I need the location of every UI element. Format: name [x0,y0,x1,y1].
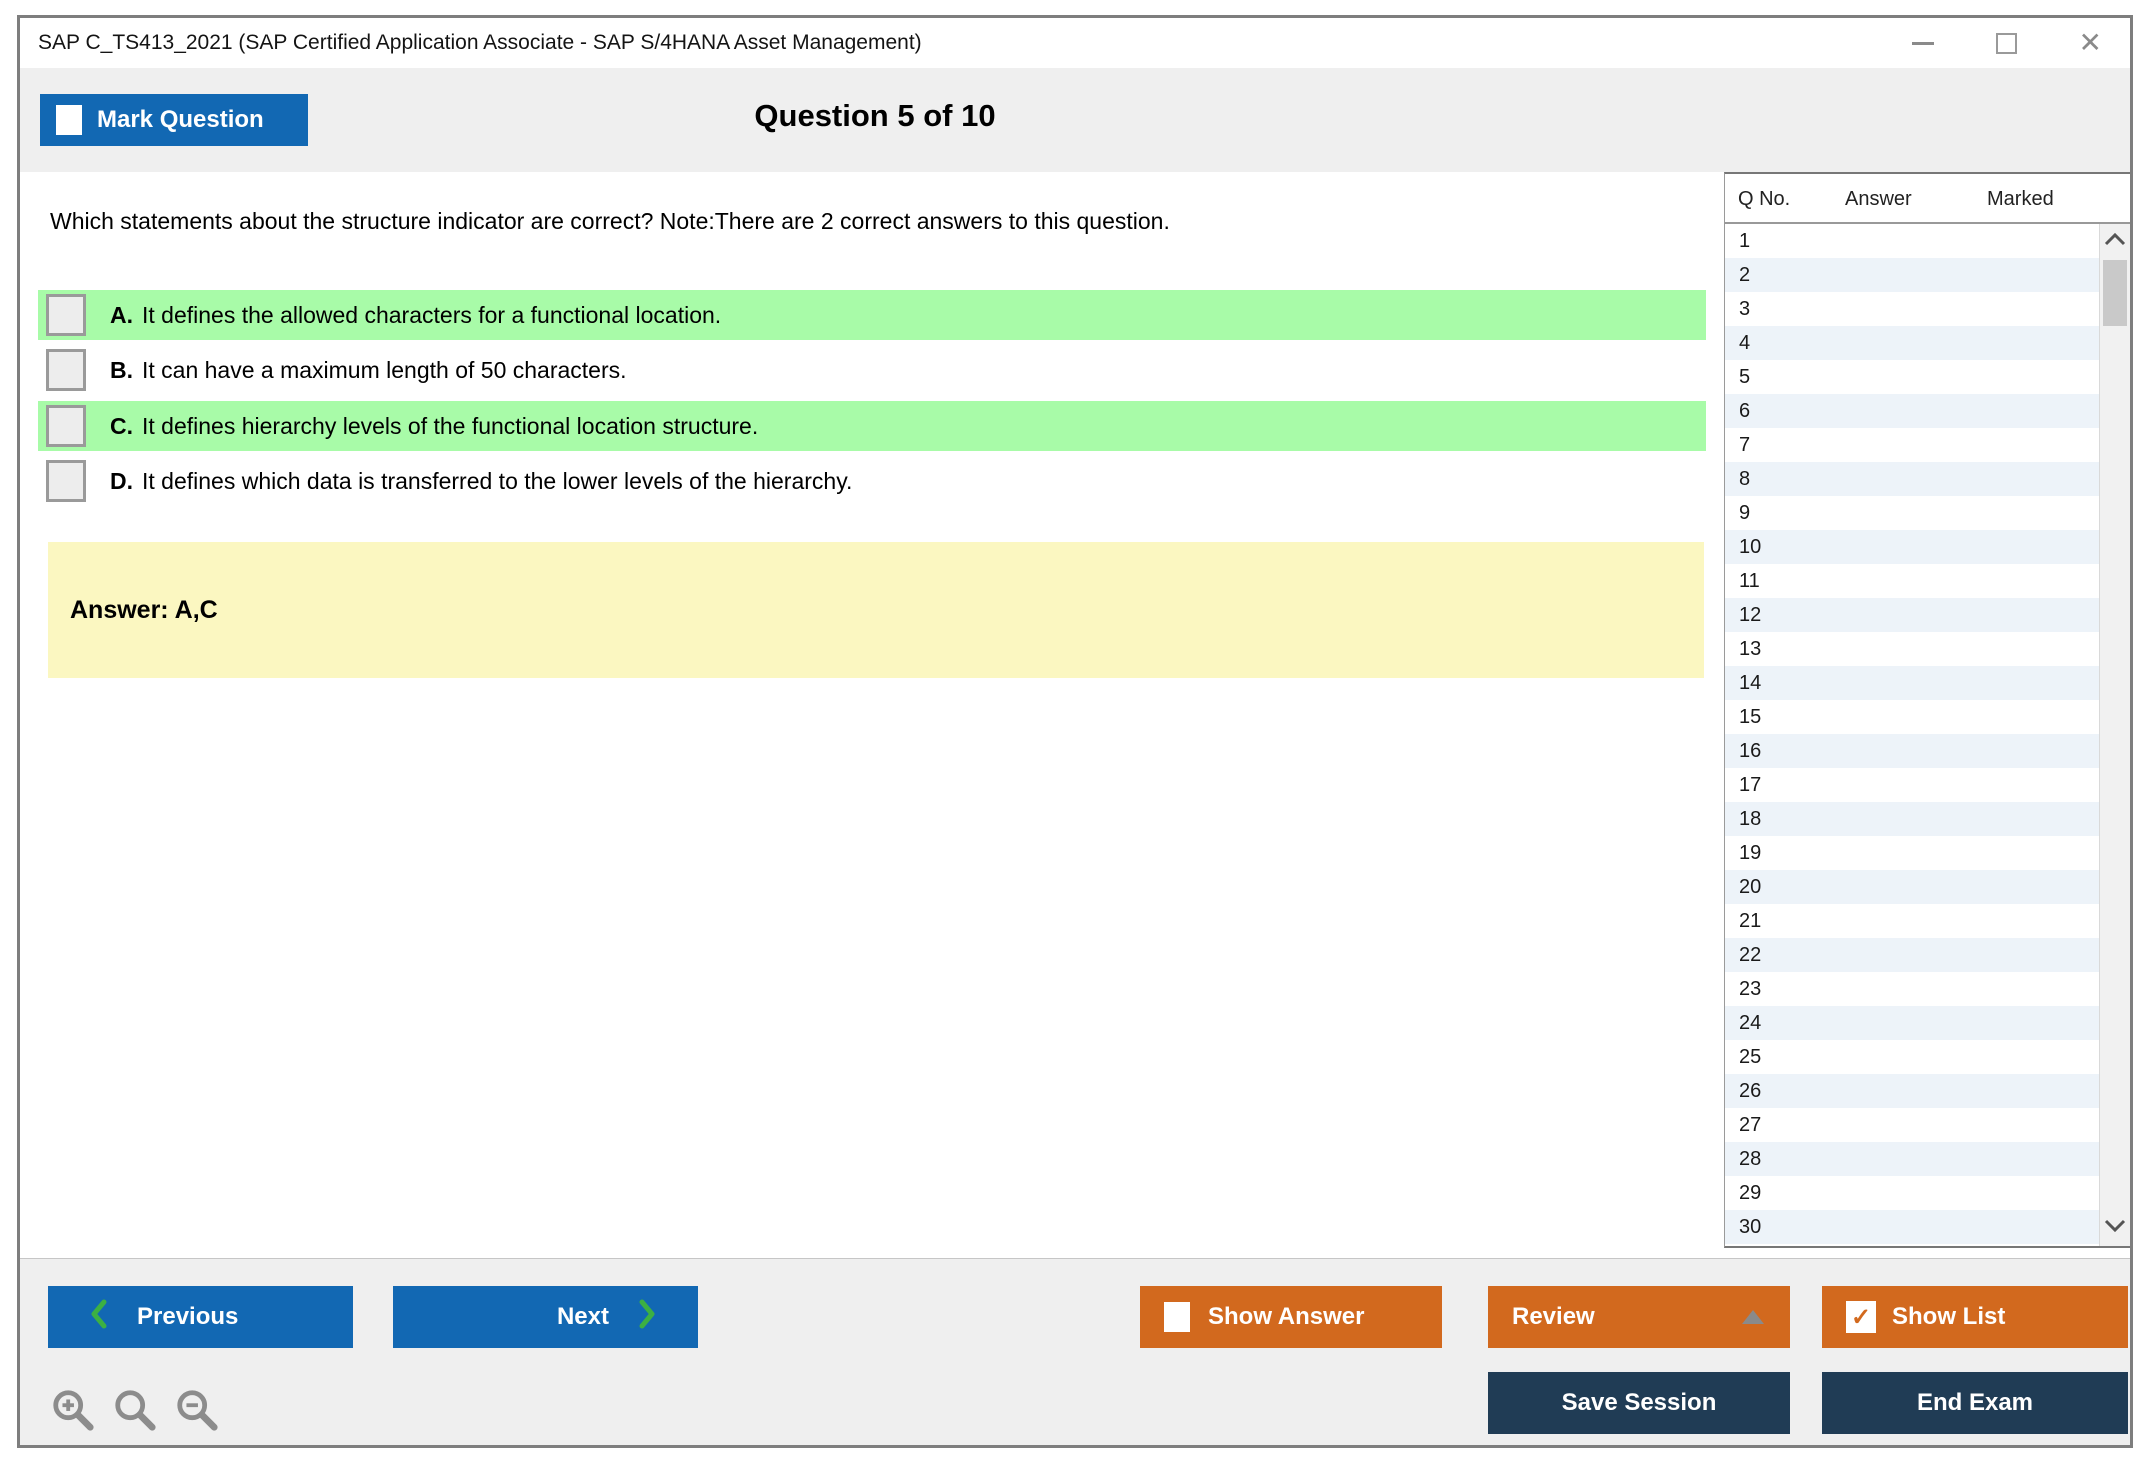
question-list-row[interactable]: 16 [1725,734,2099,768]
question-list-row[interactable]: 12 [1725,598,2099,632]
question-list-row[interactable]: 2 [1725,258,2099,292]
option-text: It can have a maximum length of 50 chara… [142,356,627,383]
answer-box: Answer: A,C [48,542,1704,678]
option-text: It defines which data is transferred to … [142,467,853,494]
question-list-row[interactable]: 27 [1725,1108,2099,1142]
close-icon[interactable]: ✕ [2079,29,2102,57]
maximize-icon[interactable] [1995,32,2017,54]
scroll-up-icon[interactable] [2104,232,2126,251]
save-session-label: Save Session [1561,1389,1717,1416]
scrollbar-thumb[interactable] [2103,260,2127,326]
question-list-scrollbar[interactable] [2099,224,2130,1246]
option-letter: D. [110,467,133,494]
question-area: Which statements about the structure ind… [20,172,2130,1261]
question-list-row[interactable]: 11 [1725,564,2099,598]
question-list-header: Q No. Answer Marked [1725,174,2130,224]
question-list-row[interactable]: 25 [1725,1040,2099,1074]
question-list-row[interactable]: 18 [1725,802,2099,836]
question-list-row[interactable]: 17 [1725,768,2099,802]
zoom-in-icon[interactable] [50,1387,96,1433]
title-bar: SAP C_TS413_2021 (SAP Certified Applicat… [20,18,2130,68]
question-text: Which statements about the structure ind… [50,208,1170,234]
question-list-row[interactable]: 9 [1725,496,2099,530]
show-list-button[interactable]: ✓ Show List [1822,1286,2128,1348]
answer-label: Answer: A,C [70,595,218,624]
question-list-row[interactable]: 4 [1725,326,2099,360]
option-row-c[interactable]: C. It defines hierarchy levels of the fu… [38,401,1706,451]
question-list-row[interactable]: 28 [1725,1142,2099,1176]
previous-button[interactable]: Previous [48,1286,353,1348]
review-button[interactable]: Review [1488,1286,1790,1348]
question-list-row[interactable]: 24 [1725,1006,2099,1040]
zoom-out-icon[interactable] [174,1387,220,1433]
question-header-band: Mark Question Question 5 of 10 [20,68,2130,172]
show-list-checkbox[interactable]: ✓ [1846,1301,1876,1333]
question-list-panel: Q No. Answer Marked 1 2 3 4 5 6 7 8 9 10 11 12 13 14 1… [1724,172,2130,1248]
question-list-row[interactable]: 15 [1725,700,2099,734]
question-list-row[interactable]: 8 [1725,462,2099,496]
option-letter: A. [110,301,133,328]
option-d-checkbox[interactable] [46,460,86,502]
review-label: Review [1512,1303,1595,1330]
next-button[interactable]: Next [393,1286,698,1348]
window-title: SAP C_TS413_2021 (SAP Certified Applicat… [38,31,922,54]
show-answer-label: Show Answer [1208,1303,1365,1330]
question-list-rows: 1 2 3 4 5 6 7 8 9 10 11 12 13 14 15 16 17 18 19 20 21 22 23 24 2… [1725,224,2099,1246]
option-row-d[interactable]: D. It defines which data is transferred … [38,456,1706,506]
question-list-row[interactable]: 20 [1725,870,2099,904]
end-exam-label: End Exam [1916,1389,2034,1416]
zoom-reset-icon[interactable] [112,1387,158,1433]
minimize-icon[interactable] [1911,41,1934,45]
show-list-label: Show List [1892,1303,2006,1330]
option-c-checkbox[interactable] [46,405,86,447]
question-list-row[interactable]: 21 [1725,904,2099,938]
option-text: It defines hierarchy levels of the funct… [142,412,759,439]
zoom-toolbar [50,1387,220,1433]
question-list-row[interactable]: 29 [1725,1176,2099,1210]
question-list-row[interactable]: 26 [1725,1074,2099,1108]
question-list-row[interactable]: 7 [1725,428,2099,462]
question-list-row[interactable]: 6 [1725,394,2099,428]
footer-bar: Previous Next Show Answer Review ✓ Show … [20,1258,2130,1445]
question-list-row[interactable]: 19 [1725,836,2099,870]
triangle-up-icon [1742,1310,1764,1324]
question-list-row[interactable]: 10 [1725,530,2099,564]
question-list-row[interactable]: 13 [1725,632,2099,666]
option-row-b[interactable]: B. It can have a maximum length of 50 ch… [38,345,1706,395]
chevron-left-icon [90,1299,107,1336]
option-row-a[interactable]: A. It defines the allowed characters for… [38,290,1706,340]
question-list-row[interactable]: 23 [1725,972,2099,1006]
question-list-row[interactable]: 5 [1725,360,2099,394]
question-list-row[interactable]: 1 [1725,224,2099,258]
next-label: Next [556,1303,609,1330]
question-list-row[interactable]: 30 [1725,1210,2099,1244]
option-letter: C. [110,412,133,439]
previous-label: Previous [137,1303,239,1330]
scroll-down-icon[interactable] [2104,1219,2126,1238]
column-answer: Answer [1845,188,1912,210]
question-list-row[interactable]: 3 [1725,292,2099,326]
column-qno: Q No. [1738,188,1791,210]
chevron-right-icon [639,1299,656,1336]
show-answer-checkbox[interactable] [1164,1302,1190,1332]
end-exam-button[interactable]: End Exam [1822,1372,2128,1434]
question-list-row[interactable]: 14 [1725,666,2099,700]
save-session-button[interactable]: Save Session [1488,1372,1790,1434]
question-list-row[interactable]: 22 [1725,938,2099,972]
app-window: SAP C_TS413_2021 (SAP Certified Applicat… [17,15,2133,1448]
window-controls: ✕ [1911,18,2102,68]
option-b-checkbox[interactable] [46,349,86,391]
question-counter: Question 5 of 10 [754,98,996,133]
column-marked: Marked [1987,188,2054,210]
option-text: It defines the allowed characters for a … [142,301,722,328]
show-answer-button[interactable]: Show Answer [1140,1286,1442,1348]
option-letter: B. [110,356,133,383]
option-a-checkbox[interactable] [46,294,86,336]
